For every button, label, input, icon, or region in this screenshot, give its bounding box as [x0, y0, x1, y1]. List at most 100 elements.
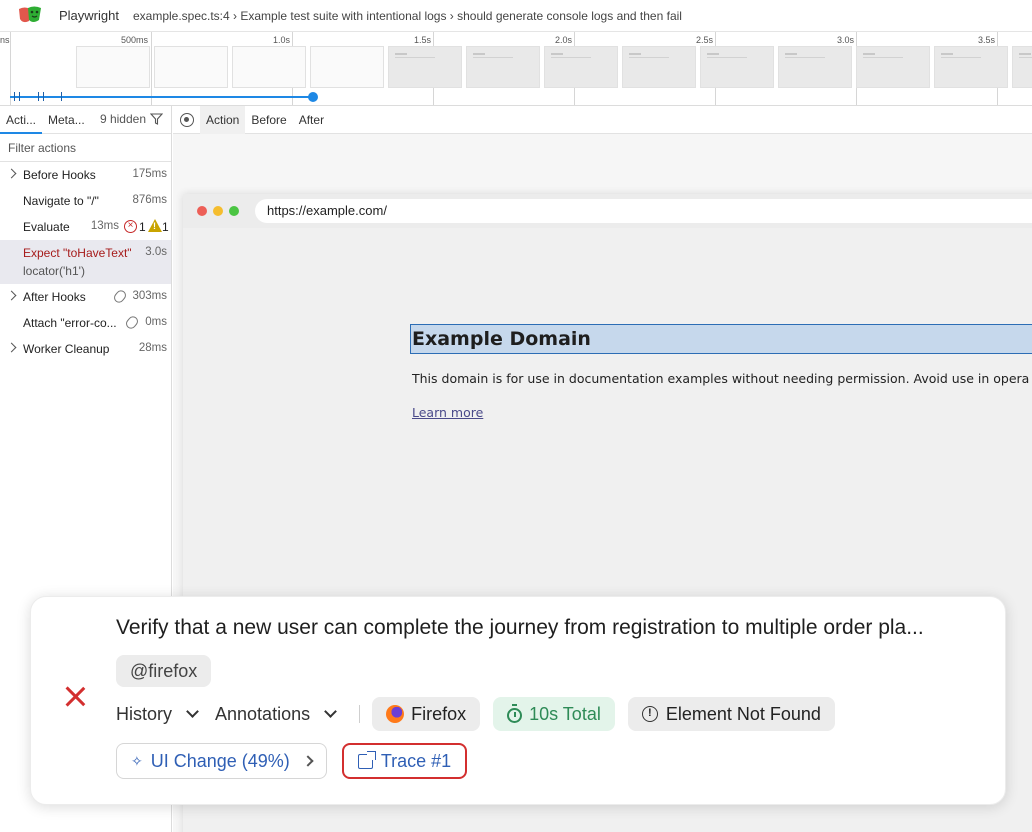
browser-badge-label: Firefox — [411, 703, 467, 724]
action-attach[interactable]: Attach "error-co... 0ms — [0, 310, 171, 336]
timeline-thumbnail[interactable] — [700, 46, 774, 88]
timeline-marker — [38, 92, 39, 101]
action-duration: 303ms — [132, 290, 167, 302]
action-duration: 876ms — [132, 194, 167, 206]
action-duration: 28ms — [138, 342, 167, 354]
breadcrumb: example.spec.ts:4 › Example test suite w… — [132, 8, 682, 23]
filter-icon — [150, 113, 163, 125]
action-navigate[interactable]: Navigate to "/" 876ms — [0, 188, 171, 214]
timeline-scrubber-handle[interactable] — [308, 92, 318, 102]
timeline-thumbnail[interactable] — [622, 46, 696, 88]
error-icon: × — [124, 220, 137, 233]
failed-x-icon — [64, 685, 86, 707]
timeline-thumbnail[interactable] — [856, 46, 930, 88]
card-actions-row: ✧ UI Change (49%) Trace #1 — [116, 743, 468, 779]
tab-after[interactable]: After — [293, 106, 330, 134]
timeline-thumbnail[interactable] — [310, 46, 384, 88]
action-worker-cleanup[interactable]: Worker Cleanup 28ms — [0, 336, 171, 362]
duration-badge-label: 10s Total — [529, 703, 601, 724]
ui-change-button[interactable]: ✧ UI Change (49%) — [116, 743, 327, 779]
timeline[interactable]: ns 500ms 1.0s 1.5s 2.0s 2.5s 3.0s 3.5s — [0, 32, 1032, 106]
playwright-logo-icon — [17, 5, 43, 27]
action-name: Attach "error-co... — [23, 316, 117, 330]
action-locator: locator('h1') — [23, 264, 85, 278]
action-duration: 3.0s — [145, 246, 167, 258]
chevron-right-icon — [302, 755, 314, 767]
error-count: 1 — [139, 220, 146, 234]
timeline-thumbnail[interactable] — [466, 46, 540, 88]
learn-more-link[interactable]: Learn more — [412, 405, 483, 420]
annotations-dropdown[interactable]: Annotations — [215, 703, 337, 725]
timeline-tick-label: 500ms — [121, 35, 149, 45]
timeline-thumbnail[interactable] — [154, 46, 228, 88]
warning-count: 1 — [162, 220, 169, 234]
timeline-marker — [43, 92, 44, 101]
timeline-tick-label: 1.5s — [414, 35, 432, 45]
filter-actions-input[interactable]: Filter actions — [0, 134, 171, 162]
history-label: History — [116, 703, 173, 724]
action-duration: 175ms — [132, 168, 167, 180]
duration-badge: 10s Total — [493, 697, 615, 731]
tab-metadata[interactable]: Meta... — [42, 106, 91, 134]
timeline-marker — [61, 92, 62, 101]
action-duration: 0ms — [145, 316, 167, 328]
pick-locator-icon[interactable] — [180, 112, 194, 127]
action-duration: 13ms — [90, 220, 119, 232]
chevron-down-icon — [186, 705, 199, 718]
action-before-hooks[interactable]: Before Hooks 175ms — [0, 162, 171, 188]
test-title: Verify that a new user can complete the … — [116, 616, 924, 639]
card-meta-row: History Annotations Firefox 10s Total ! … — [116, 697, 848, 731]
timeline-selection-bar — [10, 96, 313, 98]
history-dropdown[interactable]: History — [116, 703, 199, 725]
action-evaluate[interactable]: Evaluate 13ms × 1 1 — [0, 214, 171, 240]
browser-badge: Firefox — [372, 697, 481, 731]
timeline-thumbnail[interactable] — [544, 46, 618, 88]
tab-actions[interactable]: Acti... — [0, 106, 43, 134]
tab-action[interactable]: Action — [200, 105, 246, 134]
attachment-icon[interactable] — [111, 288, 129, 305]
trace-label: Trace #1 — [380, 750, 452, 771]
action-name: Navigate to "/" — [23, 194, 99, 208]
alert-circle-icon: ! — [641, 706, 658, 722]
stopwatch-icon — [507, 703, 523, 723]
timeline-thumbnail[interactable] — [934, 46, 1008, 88]
chevron-right-icon[interactable] — [6, 290, 17, 301]
action-name: Worker Cleanup — [23, 342, 110, 356]
app-name: Playwright — [59, 8, 119, 23]
annotations-label: Annotations — [215, 703, 311, 724]
divider — [359, 705, 361, 723]
timeline-thumbnail[interactable] — [76, 46, 150, 88]
attachment-icon[interactable] — [123, 314, 141, 331]
browser-tag: @firefox — [116, 655, 212, 687]
hidden-count-label: 9 hidden — [99, 112, 146, 126]
page-paragraph: This domain is for use in documentation … — [412, 371, 1030, 386]
test-result-card: Verify that a new user can complete the … — [30, 596, 1006, 805]
action-name: Evaluate — [23, 220, 70, 234]
ui-change-label: UI Change (49%) — [150, 750, 290, 771]
timeline-thumbnail[interactable] — [232, 46, 306, 88]
chevron-right-icon[interactable] — [6, 342, 17, 353]
action-expect-selected[interactable]: Expect "toHaveText" 3.0s locator('h1') — [0, 240, 171, 284]
timeline-tick-label: 1.0s — [273, 35, 291, 45]
error-badge-label: Element Not Found — [665, 703, 821, 724]
chevron-down-icon — [324, 705, 337, 718]
action-name: Expect "toHaveText" — [23, 246, 132, 260]
tab-before[interactable]: Before — [245, 106, 292, 134]
trace-button[interactable]: Trace #1 — [341, 743, 468, 779]
url-bar[interactable]: https://example.com/ — [255, 199, 1032, 223]
timeline-thumbnail[interactable] — [388, 46, 462, 88]
page-heading-highlighted: Example Domain — [410, 324, 1032, 354]
maximize-dot-icon — [229, 206, 239, 216]
hidden-filter[interactable]: 9 hidden — [100, 106, 163, 132]
action-after-hooks[interactable]: After Hooks 303ms — [0, 284, 171, 310]
timeline-tick — [10, 32, 11, 105]
chevron-right-icon[interactable] — [6, 168, 17, 179]
timeline-thumbnail[interactable] — [778, 46, 852, 88]
external-link-icon — [357, 750, 376, 769]
timeline-thumbnail[interactable] — [1012, 46, 1032, 88]
timeline-tick-label: 2.0s — [555, 35, 573, 45]
left-tabs: Acti... Meta... 9 hidden — [0, 106, 171, 134]
timeline-tick-label: ns — [0, 35, 10, 45]
action-name: Before Hooks — [23, 168, 96, 182]
warning-icon — [148, 219, 162, 232]
